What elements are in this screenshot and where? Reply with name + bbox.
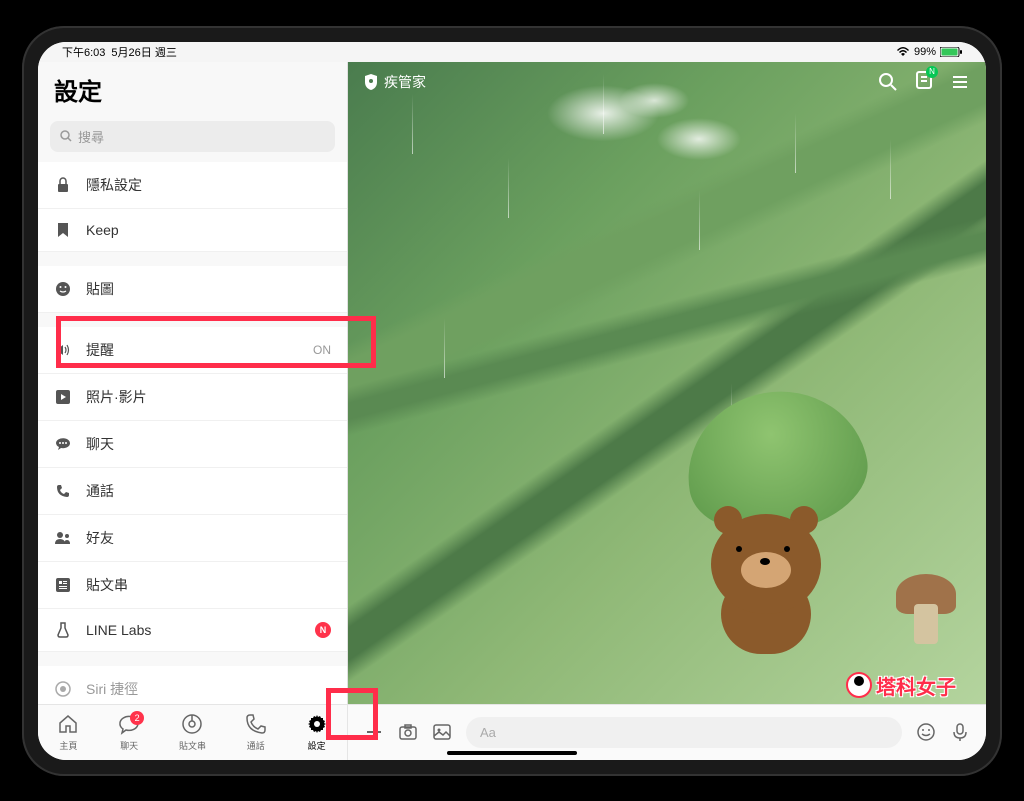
settings-item-calls[interactable]: 通話 [38,468,347,515]
message-input[interactable]: Aa [466,717,902,748]
nav-label: 貼文串 [179,739,206,752]
chat-badge: 2 [130,711,144,725]
settings-label: 隱私設定 [86,175,331,195]
chat-panel: 疾管家 [348,62,986,704]
plus-icon[interactable] [364,722,384,742]
settings-list[interactable]: 隱私設定 Keep 貼圖 [38,162,347,704]
settings-item-notifications[interactable]: 提醒 ON [38,327,347,374]
settings-label: 聊天 [86,434,331,454]
feed-icon [181,713,203,735]
mic-icon[interactable] [950,722,970,742]
settings-label: 貼圖 [86,279,331,299]
chat-icon [54,437,72,451]
message-placeholder: Aa [480,725,496,740]
watermark-text: 塔科女子 [876,671,956,700]
chat-input-bar: Aa [348,705,986,760]
status-bar: 下午6:03 5月26日 週三 99% [38,42,986,62]
settings-item-siri[interactable]: Siri 捷徑 [38,666,347,704]
note-icon [914,70,934,90]
settings-item-photos-videos[interactable]: 照片·影片 [38,374,347,421]
bookmark-icon [54,222,72,238]
nav-tab-timeline[interactable]: 貼文串 [171,709,214,756]
nav-label: 聊天 [120,739,138,752]
settings-label: Keep [86,222,331,238]
divider [38,313,347,327]
emoji-icon[interactable] [916,722,936,742]
status-date: 5月26日 週三 [111,44,176,60]
feed-icon [54,578,72,592]
phone-icon [245,713,267,735]
nav-tab-settings[interactable]: 設定 [298,709,336,756]
settings-label: 照片·影片 [86,387,331,407]
phone-icon [54,484,72,498]
chat-header: 疾管家 [348,62,986,103]
shield-icon [364,74,378,90]
nav-label: 設定 [308,739,326,752]
settings-item-keep[interactable]: Keep [38,209,347,252]
chat-title-text: 疾管家 [384,72,426,92]
chat-background [348,62,986,704]
new-badge: N [315,622,331,638]
notes-button[interactable] [914,70,934,95]
person-icon [54,531,72,545]
settings-label: LINE Labs [86,622,301,638]
nav-tabs: 主頁 2 聊天 貼文串 通話 [38,705,348,760]
divider [38,652,347,666]
screen: 下午6:03 5月26日 週三 99% 設定 搜尋 [38,42,986,760]
search-placeholder: 搜尋 [78,127,104,146]
menu-icon[interactable] [950,72,970,92]
siri-icon [54,681,72,697]
nav-tab-calls[interactable]: 通話 [237,709,275,756]
smile-icon [54,281,72,297]
speaker-icon [54,343,72,357]
watermark-avatar [846,672,872,698]
battery-icon [940,47,962,57]
gear-icon [306,713,328,735]
settings-item-timeline[interactable]: 貼文串 [38,562,347,609]
tablet-frame: 下午6:03 5月26日 週三 99% 設定 搜尋 [22,26,1002,776]
wifi-icon [896,47,910,57]
lock-icon [54,177,72,193]
status-time: 下午6:03 [62,44,105,60]
flask-icon [54,622,72,638]
battery-percent: 99% [914,46,936,58]
settings-item-friends[interactable]: 好友 [38,515,347,562]
nav-tab-home[interactable]: 主頁 [49,709,87,756]
settings-item-privacy[interactable]: 隱私設定 [38,162,347,209]
page-title: 設定 [54,72,331,107]
play-icon [54,390,72,404]
search-input[interactable]: 搜尋 [50,121,335,152]
settings-label: Siri 捷徑 [86,679,331,699]
image-icon[interactable] [432,722,452,742]
watermark: 塔科女子 [846,671,956,700]
camera-icon[interactable] [398,722,418,742]
search-icon [60,130,72,142]
nav-tab-chat[interactable]: 2 聊天 [110,709,148,756]
nav-label: 主頁 [59,739,77,752]
home-icon [57,713,79,735]
settings-value: ON [313,343,331,357]
settings-item-chat[interactable]: 聊天 [38,421,347,468]
settings-item-line-labs[interactable]: LINE Labs N [38,609,347,652]
settings-label: 提醒 [86,340,299,360]
nav-label: 通話 [247,739,265,752]
settings-label: 好友 [86,528,331,548]
divider [38,252,347,266]
home-indicator[interactable] [447,751,577,755]
settings-label: 通話 [86,481,331,501]
settings-label: 貼文串 [86,575,331,595]
settings-item-stickers[interactable]: 貼圖 [38,266,347,313]
settings-sidebar: 設定 搜尋 隱私設定 Keep [38,62,348,704]
search-icon[interactable] [878,72,898,92]
